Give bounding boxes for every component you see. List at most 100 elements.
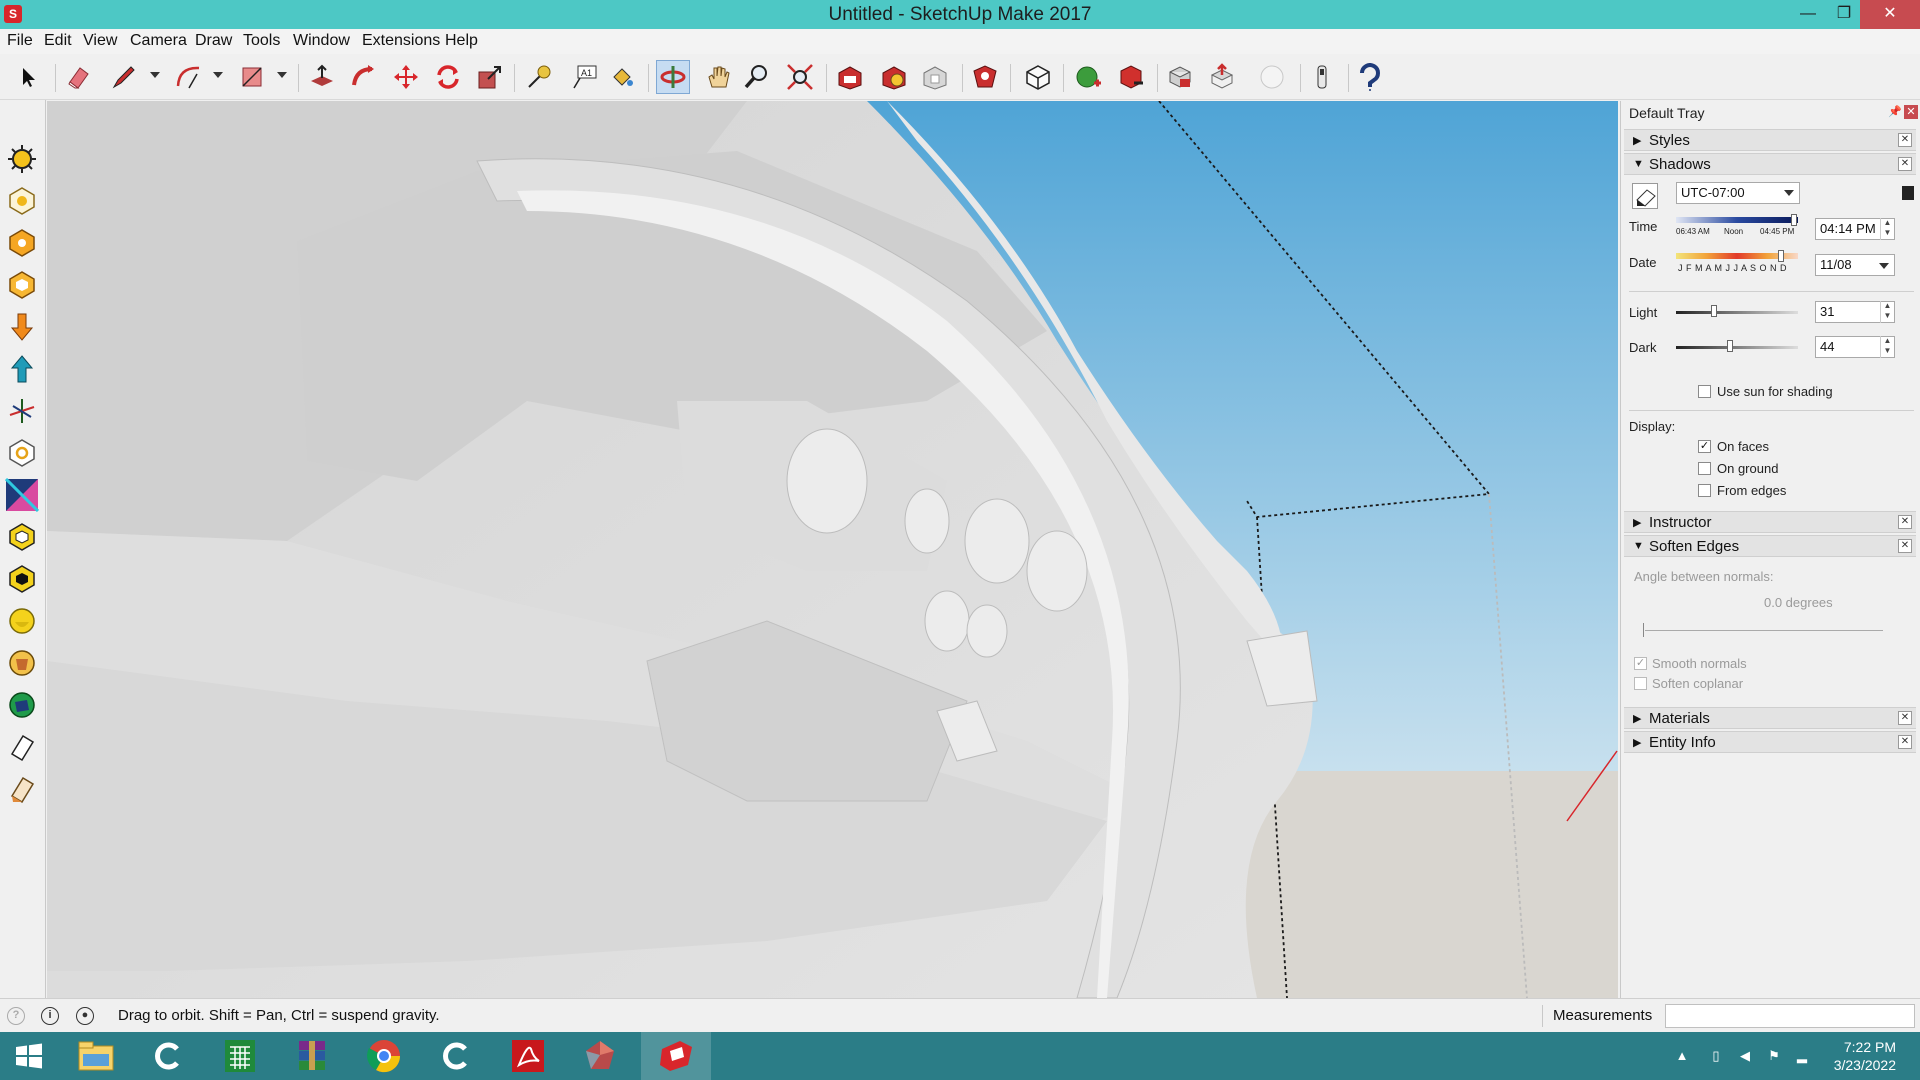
globe-icon[interactable] [5,688,39,722]
components-cube-icon[interactable] [1021,60,1055,94]
shadow-orange-icon[interactable] [5,226,39,260]
eraser-small-icon[interactable] [5,730,39,764]
light-spinner-icon[interactable]: ▲ ▼ [1880,301,1894,323]
arrow-down-icon[interactable] [5,310,39,344]
model-canvas[interactable] [47,101,1618,998]
hex-outline-icon[interactable] [5,520,39,554]
on-faces-checkbox[interactable]: ✓ [1698,440,1711,453]
orbit-tool-icon[interactable] [656,60,690,94]
panel-entity-info[interactable]: ▶ Entity Info ✕ [1624,731,1916,753]
pan-tool-icon[interactable] [701,60,735,94]
on-ground-checkbox[interactable] [1698,462,1711,475]
line-dropdown-icon[interactable] [150,72,160,78]
menu-camera[interactable]: Camera [130,32,187,50]
extension-warehouse-icon[interactable] [968,60,1002,94]
user-account-icon[interactable]: ● [76,1007,94,1025]
from-edges-checkbox[interactable] [1698,484,1711,497]
panel-close-icon[interactable]: ✕ [1898,735,1912,749]
light-slider-thumb[interactable] [1710,305,1717,317]
panel-styles[interactable]: ▶ Styles ✕ [1624,129,1916,151]
pin-icon[interactable]: 📌 [1888,105,1902,119]
smooth-normals-checkbox[interactable]: ✓ [1634,657,1647,670]
panel-soften-edges[interactable]: ▼ Soften Edges ✕ [1624,535,1916,557]
angle-slider[interactable] [1645,630,1883,631]
scale-tool-icon[interactable] [473,60,507,94]
ccleaner-icon[interactable] [133,1032,203,1080]
add-location-icon[interactable] [1071,60,1105,94]
panel-close-icon[interactable]: ✕ [1898,133,1912,147]
pencil-small-icon[interactable] [5,772,39,806]
section-plane-icon[interactable] [5,478,39,512]
date-slider-thumb[interactable] [1778,250,1784,262]
menu-file[interactable]: File [7,32,33,50]
select-tool-icon[interactable] [12,60,46,94]
line-tool-icon[interactable] [107,60,141,94]
panel-close-icon[interactable]: ✕ [1898,539,1912,553]
file-explorer-icon[interactable] [61,1032,131,1080]
chrome-icon[interactable] [349,1032,419,1080]
timezone-select[interactable]: UTC-07:00 [1676,182,1800,204]
rectangle-dropdown-icon[interactable] [277,72,287,78]
move-tool-icon[interactable] [389,60,423,94]
hex-black-icon[interactable] [5,562,39,596]
warehouse-icon[interactable] [833,60,867,94]
start-button[interactable] [0,1032,58,1080]
shadow-section-icon[interactable] [5,184,39,218]
menu-tools[interactable]: Tools [243,32,280,50]
panel-close-icon[interactable]: ✕ [1898,515,1912,529]
credits-info-icon[interactable]: i [41,1007,59,1025]
menu-draw[interactable]: Draw [195,32,232,50]
panel-close-icon[interactable]: ✕ [1898,157,1912,171]
date-dropdown-icon[interactable] [1879,263,1889,269]
zoom-extents-tool-icon[interactable] [783,60,817,94]
sketchup-taskbar-icon[interactable] [641,1032,711,1080]
details-toggle-icon[interactable] [1902,186,1914,200]
measurements-input[interactable] [1665,1004,1915,1028]
soften-coplanar-checkbox[interactable] [1634,677,1647,690]
arc-dropdown-icon[interactable] [213,72,223,78]
hex-yellow-icon[interactable] [5,604,39,638]
dark-spinner-icon[interactable]: ▲ ▼ [1880,336,1894,358]
spreadsheet-icon[interactable] [205,1032,275,1080]
shadow-toggle-icon[interactable] [1632,183,1658,209]
zoom-tool-icon[interactable] [740,60,774,94]
preview-model-icon[interactable] [1205,60,1239,94]
rotate-tool-icon[interactable] [431,60,465,94]
arrow-up-icon[interactable] [5,352,39,386]
ccleaner-2-icon[interactable] [421,1032,491,1080]
show-hidden-icons-icon[interactable]: ▲ [1674,1048,1690,1064]
network-icon[interactable]: ▂ [1794,1048,1810,1064]
time-slider[interactable] [1676,217,1798,223]
clock[interactable]: 7:22 PM 3/23/2022 [1834,1038,1896,1074]
share-model-icon[interactable] [877,60,911,94]
text-tool-icon[interactable]: A1 [568,60,602,94]
gem-icon[interactable] [565,1032,635,1080]
flag-icon[interactable]: ⚑ [1766,1048,1782,1064]
follow-me-tool-icon[interactable] [347,60,381,94]
acrobat-icon[interactable] [493,1032,563,1080]
tray-close-icon[interactable]: ✕ [1904,105,1918,119]
menu-help[interactable]: Help [445,32,478,50]
model-viewport[interactable] [47,101,1618,998]
menu-extensions[interactable]: Extensions [362,32,440,50]
light-slider[interactable] [1676,311,1798,314]
panel-instructor[interactable]: ▶ Instructor ✕ [1624,511,1916,533]
panel-close-icon[interactable]: ✕ [1898,711,1912,725]
help-icon[interactable] [1353,60,1387,94]
dark-slider-thumb[interactable] [1726,340,1733,352]
eraser-tool-icon[interactable] [62,60,96,94]
share-component-icon[interactable] [918,60,952,94]
push-pull-tool-icon[interactable] [305,60,339,94]
winrar-icon[interactable] [277,1032,347,1080]
volume-icon[interactable]: ◀ [1737,1048,1753,1064]
sandbox-icon[interactable] [1255,60,1289,94]
toggle-terrain-icon[interactable] [1114,60,1148,94]
menu-view[interactable]: View [83,32,117,50]
rectangle-tool-icon[interactable] [235,60,269,94]
panel-shadows[interactable]: ▼ Shadows ✕ [1624,153,1916,175]
use-sun-checkbox[interactable] [1698,385,1711,398]
geo-location-icon[interactable] [1305,60,1339,94]
menu-window[interactable]: Window [293,32,350,50]
geo-location-status-icon[interactable]: ? [7,1007,25,1025]
dark-slider[interactable] [1676,346,1798,349]
